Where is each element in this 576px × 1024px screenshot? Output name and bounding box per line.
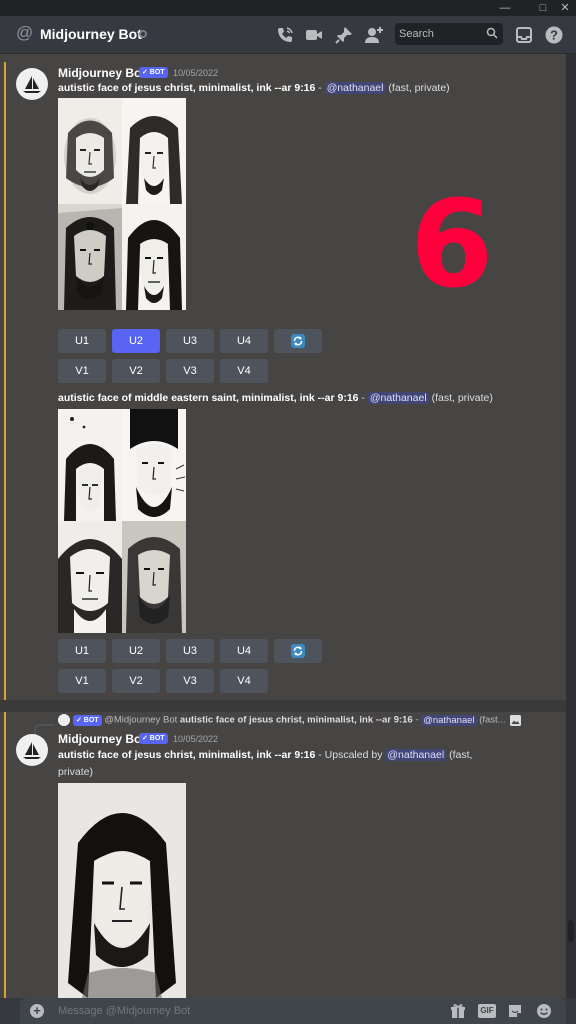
bot-badge: ✓ BOT — [73, 714, 102, 726]
message-author[interactable]: Midjourney Bot — [58, 732, 145, 746]
message-suffix: (fast, private) — [428, 392, 493, 404]
message-timestamp: 10/05/2022 — [173, 734, 219, 744]
gift-icon[interactable] — [450, 1003, 466, 1019]
upscale-button-u1[interactable]: U1 — [58, 329, 106, 353]
mention-highlight-bar — [4, 62, 6, 700]
image-icon — [510, 714, 522, 726]
add-attachment-icon[interactable]: + — [30, 1004, 44, 1018]
message-input[interactable]: Message @Midjourney Bot — [58, 1005, 190, 1017]
help-icon[interactable]: ? — [544, 25, 564, 45]
add-friend-icon[interactable] — [364, 25, 384, 45]
bot-badge: ✓ BOT — [139, 67, 168, 78]
message-author[interactable]: Midjourney Bot — [58, 66, 145, 80]
at-icon: @ — [16, 23, 34, 42]
jesus-face-upscaled-image — [58, 783, 186, 998]
variation-button-v4[interactable]: V4 — [220, 359, 268, 383]
upscale-button-u3[interactable]: U3 — [166, 639, 214, 663]
upscale-button-u4[interactable]: U4 — [220, 639, 268, 663]
video-call-icon[interactable] — [304, 25, 324, 45]
variation-button-v3[interactable]: V3 — [166, 669, 214, 693]
title-bar: — □ ✕ — [0, 0, 576, 16]
message-timestamp: 10/05/2022 — [173, 68, 219, 78]
user-mention[interactable]: @nathanael — [421, 714, 477, 726]
message-content: autistic face of jesus christ, minimalis… — [58, 747, 518, 781]
search-icon — [486, 27, 498, 39]
overlay-number: 6 — [410, 176, 494, 315]
voice-call-icon[interactable] — [275, 25, 295, 45]
separator: - — [358, 392, 368, 404]
channel-header: @ Midjourney Bot Search ? — [0, 16, 576, 54]
upscale-button-u2[interactable]: U2 — [112, 639, 160, 663]
search-placeholder: Search — [399, 28, 434, 40]
pin-icon[interactable] — [334, 25, 354, 45]
discord-window: — □ ✕ @ Midjourney Bot Search ? Midjourn… — [0, 0, 576, 1024]
message-list[interactable]: Midjourney Bot ✓ BOT 10/05/2022 autistic… — [0, 54, 566, 998]
prompt-text: autistic face of jesus christ, minimalis… — [58, 82, 316, 94]
reply-prompt: autistic face of jesus christ, minimalis… — [179, 714, 413, 726]
user-mention[interactable]: @nathanael — [385, 749, 447, 761]
variation-button-v2[interactable]: V2 — [112, 359, 160, 383]
variation-button-v2[interactable]: V2 — [112, 669, 160, 693]
upscaled-by-text: - Upscaled by — [315, 749, 386, 761]
reply-separator: - — [412, 714, 422, 726]
inbox-icon[interactable] — [514, 25, 534, 45]
variation-button-v3[interactable]: V3 — [166, 359, 214, 383]
message-suffix: (fast, private) — [385, 82, 450, 94]
separator: - — [315, 82, 325, 94]
reroll-button[interactable] — [274, 639, 322, 663]
upscale-button-u4[interactable]: U4 — [220, 329, 268, 353]
avatar[interactable] — [16, 734, 48, 766]
mention-highlight-bar — [4, 712, 6, 998]
scrollbar-thumb[interactable] — [568, 920, 574, 942]
variation-button-v1[interactable]: V1 — [58, 669, 106, 693]
maximize-icon[interactable]: □ — [532, 0, 554, 16]
upscale-button-u3[interactable]: U3 — [166, 329, 214, 353]
sailboat-icon — [23, 742, 41, 759]
message-composer[interactable]: + Message @Midjourney Bot GIF — [20, 998, 566, 1024]
image-grid[interactable] — [58, 98, 186, 310]
refresh-icon — [291, 644, 305, 658]
svg-text:?: ? — [550, 28, 558, 43]
prompt-text: autistic face of middle eastern saint, m… — [58, 392, 359, 404]
message-divider — [0, 700, 566, 712]
scrollbar-track[interactable] — [566, 54, 576, 998]
bot-badge: ✓ BOT — [139, 733, 168, 744]
message-suffix: (fast, — [446, 749, 473, 761]
variation-button-v1[interactable]: V1 — [58, 359, 106, 383]
avatar[interactable] — [16, 68, 48, 100]
sailboat-icon — [23, 76, 41, 93]
upscale-button-u2[interactable]: U2 — [112, 329, 160, 353]
upscale-button-u1[interactable]: U1 — [58, 639, 106, 663]
search-input[interactable]: Search — [395, 23, 503, 45]
variation-button-v4[interactable]: V4 — [220, 669, 268, 693]
message-content: autistic face of jesus christ, minimalis… — [58, 80, 558, 97]
minimize-icon[interactable]: — — [494, 0, 516, 16]
user-mention[interactable]: @nathanael — [367, 392, 429, 404]
message-suffix-line2: private) — [58, 766, 94, 778]
upscaled-image[interactable] — [58, 783, 186, 998]
image-grid[interactable] — [58, 409, 186, 633]
emoji-icon[interactable] — [536, 1003, 552, 1019]
reply-preview[interactable]: ✓ BOT @Midjourney Bot autistic face of j… — [58, 714, 522, 726]
saint-face-grid-image — [58, 409, 186, 633]
jesus-face-grid-image — [58, 98, 186, 310]
reroll-button[interactable] — [274, 329, 322, 353]
reply-author[interactable]: @Midjourney Bot — [104, 715, 177, 726]
user-mention[interactable]: @nathanael — [324, 82, 386, 94]
channel-name: Midjourney Bot — [40, 26, 142, 42]
reply-avatar — [58, 714, 70, 726]
reply-suffix: (fast... — [476, 714, 506, 726]
close-icon[interactable]: ✕ — [554, 0, 576, 16]
prompt-text: autistic face of jesus christ, minimalis… — [58, 749, 316, 761]
refresh-icon — [291, 334, 305, 348]
status-indicator-icon — [139, 30, 147, 38]
sticker-icon[interactable] — [507, 1003, 523, 1019]
gif-button[interactable]: GIF — [478, 1004, 496, 1018]
message-content: autistic face of middle eastern saint, m… — [58, 390, 558, 407]
